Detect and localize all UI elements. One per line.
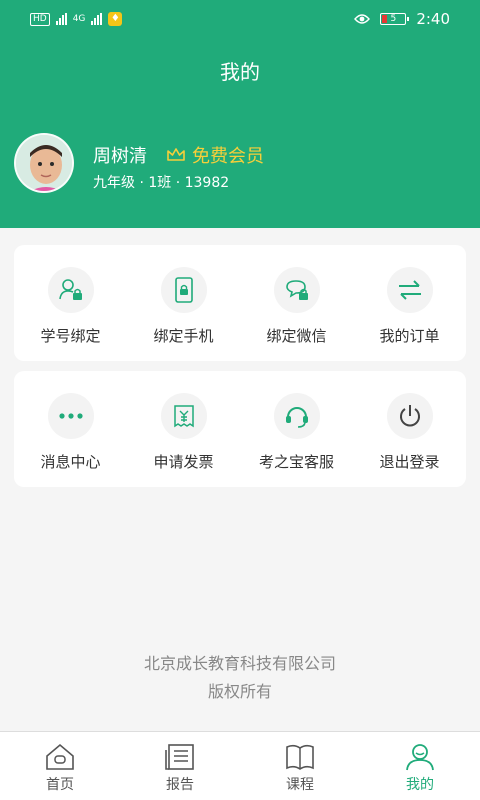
my-orders-label: 我的订单 [379, 327, 440, 345]
nav-report[interactable]: 报告 [120, 732, 240, 800]
logout-button[interactable]: 退出登录 [353, 371, 466, 487]
customer-service-button[interactable]: 考之宝客服 [240, 371, 353, 487]
wifi-signal-icon [55, 13, 67, 25]
clock: 2:40 [416, 10, 450, 28]
student-id-binding-button[interactable]: 学号绑定 [14, 245, 127, 361]
battery-icon: 5 [380, 13, 410, 25]
nav-report-label: 报告 [166, 777, 194, 793]
report-icon [165, 744, 194, 770]
nav-mine[interactable]: 我的 [360, 732, 480, 800]
membership-label: 免费会员 [192, 146, 264, 167]
apply-invoice-label: 申请发票 [153, 453, 214, 471]
bind-phone-button[interactable]: 绑定手机 [127, 245, 240, 361]
swap-arrows-icon [386, 267, 433, 313]
bind-wechat-button[interactable]: 绑定微信 [240, 245, 353, 361]
message-center-button[interactable]: 消息中心 [14, 371, 127, 487]
crown-icon [167, 148, 185, 161]
profile-icon [406, 744, 434, 771]
profile-header: HD 4G ♦ 5 2:40 我的 周树清 免费会员 九年级 · 1班 · 13… [0, 0, 480, 228]
power-icon [386, 393, 433, 439]
avatar[interactable] [14, 133, 74, 193]
status-bar: HD 4G ♦ 5 2:40 [0, 0, 480, 38]
service-menu-card: 消息中心 申请发票 考之宝客服 退出登录 [14, 371, 466, 487]
dots-icon [47, 393, 94, 439]
chat-lock-icon [273, 267, 320, 313]
user-lock-icon [47, 267, 94, 313]
nav-mine-label: 我的 [406, 777, 434, 793]
phone-lock-icon [160, 267, 207, 313]
bind-phone-label: 绑定手机 [153, 327, 214, 345]
nav-course-label: 课程 [286, 777, 314, 793]
bottom-navigation: 首页 报告 课程 我的 [0, 731, 480, 800]
apply-invoice-button[interactable]: 申请发票 [127, 371, 240, 487]
user-name: 周树清 [93, 146, 147, 167]
membership-badge[interactable]: 免费会员 [166, 142, 264, 168]
network-type: 4G [72, 14, 86, 24]
nav-home[interactable]: 首页 [0, 732, 120, 800]
headset-icon [273, 393, 320, 439]
copyright-text: 版权所有 [207, 682, 272, 701]
student-id-binding-label: 学号绑定 [40, 327, 101, 345]
page-title: 我的 [220, 60, 260, 84]
home-icon [46, 743, 74, 770]
nav-home-label: 首页 [46, 777, 74, 793]
customer-service-label: 考之宝客服 [258, 453, 334, 471]
hd-indicator: HD [30, 12, 50, 26]
message-center-label: 消息中心 [40, 453, 101, 471]
invoice-icon [160, 393, 207, 439]
bind-wechat-label: 绑定微信 [266, 327, 327, 345]
account-menu-card: 学号绑定 绑定手机 绑定微信 我的订单 [14, 245, 466, 361]
company-name: 北京成长教育科技有限公司 [143, 654, 336, 673]
bulb-icon: ♦ [108, 12, 123, 26]
user-class-info: 九年级 · 1班 · 13982 [93, 175, 230, 191]
nav-course[interactable]: 课程 [240, 732, 360, 800]
book-icon [286, 744, 314, 770]
logout-label: 退出登录 [379, 453, 440, 471]
my-orders-button[interactable]: 我的订单 [353, 245, 466, 361]
cell-signal-icon [91, 13, 103, 25]
eye-icon [354, 14, 371, 24]
